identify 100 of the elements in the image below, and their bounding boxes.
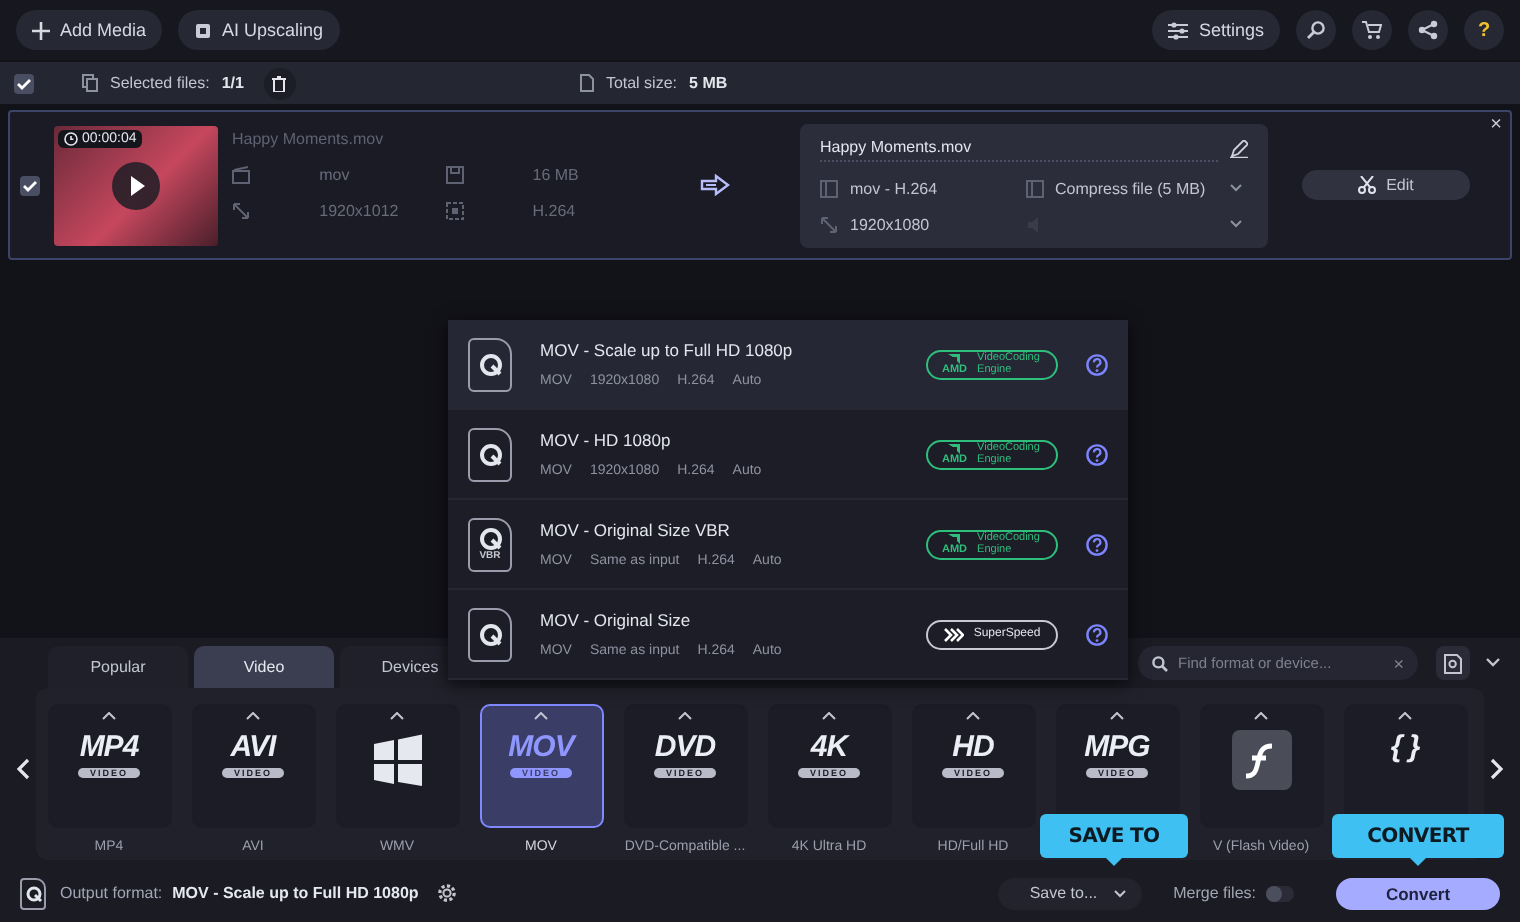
format-logo-text: MPG <box>1084 730 1150 764</box>
total-size-label: Total size: <box>605 74 678 92</box>
amd-icon <box>948 443 961 453</box>
device-detect-button[interactable] <box>1436 646 1470 680</box>
quicktime-logo <box>479 443 501 465</box>
search-icon <box>1152 655 1168 671</box>
quicktime-logo <box>25 885 41 901</box>
chevrons-icon <box>943 627 964 641</box>
caret-up-icon <box>1398 712 1412 720</box>
chevron-down-icon <box>1230 184 1242 192</box>
floppy-icon <box>445 166 464 184</box>
format-logo-text: MP4 <box>79 730 139 764</box>
convert-arrow-icon <box>700 174 732 196</box>
output-format-label: Output format: <box>60 884 163 902</box>
caret-up-icon <box>534 712 548 720</box>
search-icon <box>1306 20 1326 40</box>
caret-up-icon <box>102 712 116 720</box>
chevron-down-icon[interactable] <box>1486 658 1500 668</box>
chevron-down-icon <box>1113 889 1126 897</box>
checkbox[interactable] <box>20 175 40 195</box>
scissors-icon <box>1358 176 1377 194</box>
format-tab[interactable]: Popular <box>48 646 188 688</box>
codec-icon <box>445 202 464 220</box>
format-logo-text: 4K <box>810 730 848 764</box>
caret-up-icon <box>1254 712 1268 720</box>
film-icon <box>232 166 250 184</box>
selected-files-count: 1/1 <box>221 74 244 92</box>
ai-upscaling-button[interactable]: AI Upscaling <box>178 10 340 50</box>
preset-title: MOV - HD 1080p <box>540 430 673 450</box>
file-format: mov <box>319 166 352 184</box>
cart-icon <box>1362 20 1382 40</box>
compression-dropdown[interactable]: Compress file (5 MB) <box>1055 179 1218 197</box>
quicktime-logo <box>479 353 501 375</box>
format-logo-text: { } <box>1390 730 1420 764</box>
chevron-right-icon[interactable] <box>1490 757 1504 779</box>
caret-up-icon <box>822 712 836 720</box>
merge-files-label: Merge files: <box>1173 884 1256 902</box>
format-card[interactable] <box>1199 704 1323 828</box>
resize-icon <box>232 202 250 220</box>
amd-icon <box>948 353 961 363</box>
caret-up-icon <box>1110 712 1124 720</box>
copy-icon <box>82 74 98 92</box>
preset-title: MOV - Original Size <box>540 610 693 630</box>
close-button[interactable]: × <box>1490 114 1502 136</box>
clock-icon <box>64 131 78 145</box>
settings-button[interactable]: Settings <box>1152 10 1280 50</box>
save-to-dropdown[interactable]: Save to... <box>997 877 1142 909</box>
edit-button[interactable]: Edit <box>1302 170 1470 200</box>
file-icon <box>579 74 594 92</box>
resize-icon <box>820 215 838 233</box>
file-resolution: 1920x1012 <box>319 202 401 220</box>
caret-up-icon <box>678 712 692 720</box>
share-icon <box>1418 20 1438 40</box>
file-name: Happy Moments.mov <box>232 130 386 148</box>
delete-button[interactable] <box>263 67 296 99</box>
format-tab[interactable]: Video <box>194 646 334 688</box>
file-size: 16 MB <box>532 166 581 184</box>
caret-up-icon <box>390 712 404 720</box>
share-button[interactable] <box>1408 10 1448 50</box>
quicktime-logo <box>479 623 501 645</box>
plus-icon <box>32 21 50 39</box>
file-search-icon <box>1444 653 1462 673</box>
format-logo-text: HD <box>952 730 994 764</box>
search-button[interactable] <box>1296 10 1336 50</box>
gear-icon[interactable] <box>436 882 459 904</box>
chip-icon <box>194 21 213 39</box>
clear-search-button[interactable]: × <box>1393 653 1404 673</box>
checkbox[interactable] <box>14 73 34 93</box>
caret-up-icon <box>246 712 260 720</box>
convert-button[interactable]: Convert <box>1336 877 1500 909</box>
help-icon[interactable] <box>1086 353 1108 375</box>
preset-title: MOV - Scale up to Full HD 1080p <box>540 340 795 360</box>
file-codec: H.264 <box>532 202 578 220</box>
merge-toggle[interactable] <box>1266 885 1294 901</box>
play-icon[interactable] <box>112 161 160 209</box>
format-logo-text: DVD <box>654 730 716 764</box>
format-card[interactable] <box>335 704 459 828</box>
trash-icon <box>272 75 287 91</box>
total-size-value: 5 MB <box>689 74 728 92</box>
cart-button[interactable] <box>1352 10 1392 50</box>
pencil-icon[interactable] <box>1230 140 1248 158</box>
amd-icon <box>948 533 961 543</box>
help-icon[interactable] <box>1086 443 1108 465</box>
output-resolution[interactable]: 1920x1080 <box>850 215 1013 233</box>
chevron-down-icon <box>1230 220 1242 228</box>
output-format-value: MOV - Scale up to Full HD 1080p <box>172 884 419 902</box>
help-button[interactable]: ? <box>1464 10 1504 50</box>
output-format-text[interactable]: mov - H.264 <box>850 179 1013 197</box>
windows-logo-icon <box>369 734 425 786</box>
flash-logo-icon <box>1231 730 1291 790</box>
chevron-left-icon[interactable] <box>16 757 30 779</box>
quicktime-logo <box>479 527 501 549</box>
caret-up-icon <box>966 712 980 720</box>
output-file-name: Happy Moments.mov <box>820 137 1218 161</box>
help-icon[interactable] <box>1086 623 1108 645</box>
format-logo-text: AVI <box>230 730 276 764</box>
help-icon[interactable] <box>1086 533 1108 555</box>
preset-title: MOV - Original Size VBR <box>540 520 732 540</box>
selected-files-label: Selected files: <box>110 74 210 92</box>
add-media-button[interactable]: Add Media <box>16 10 163 50</box>
